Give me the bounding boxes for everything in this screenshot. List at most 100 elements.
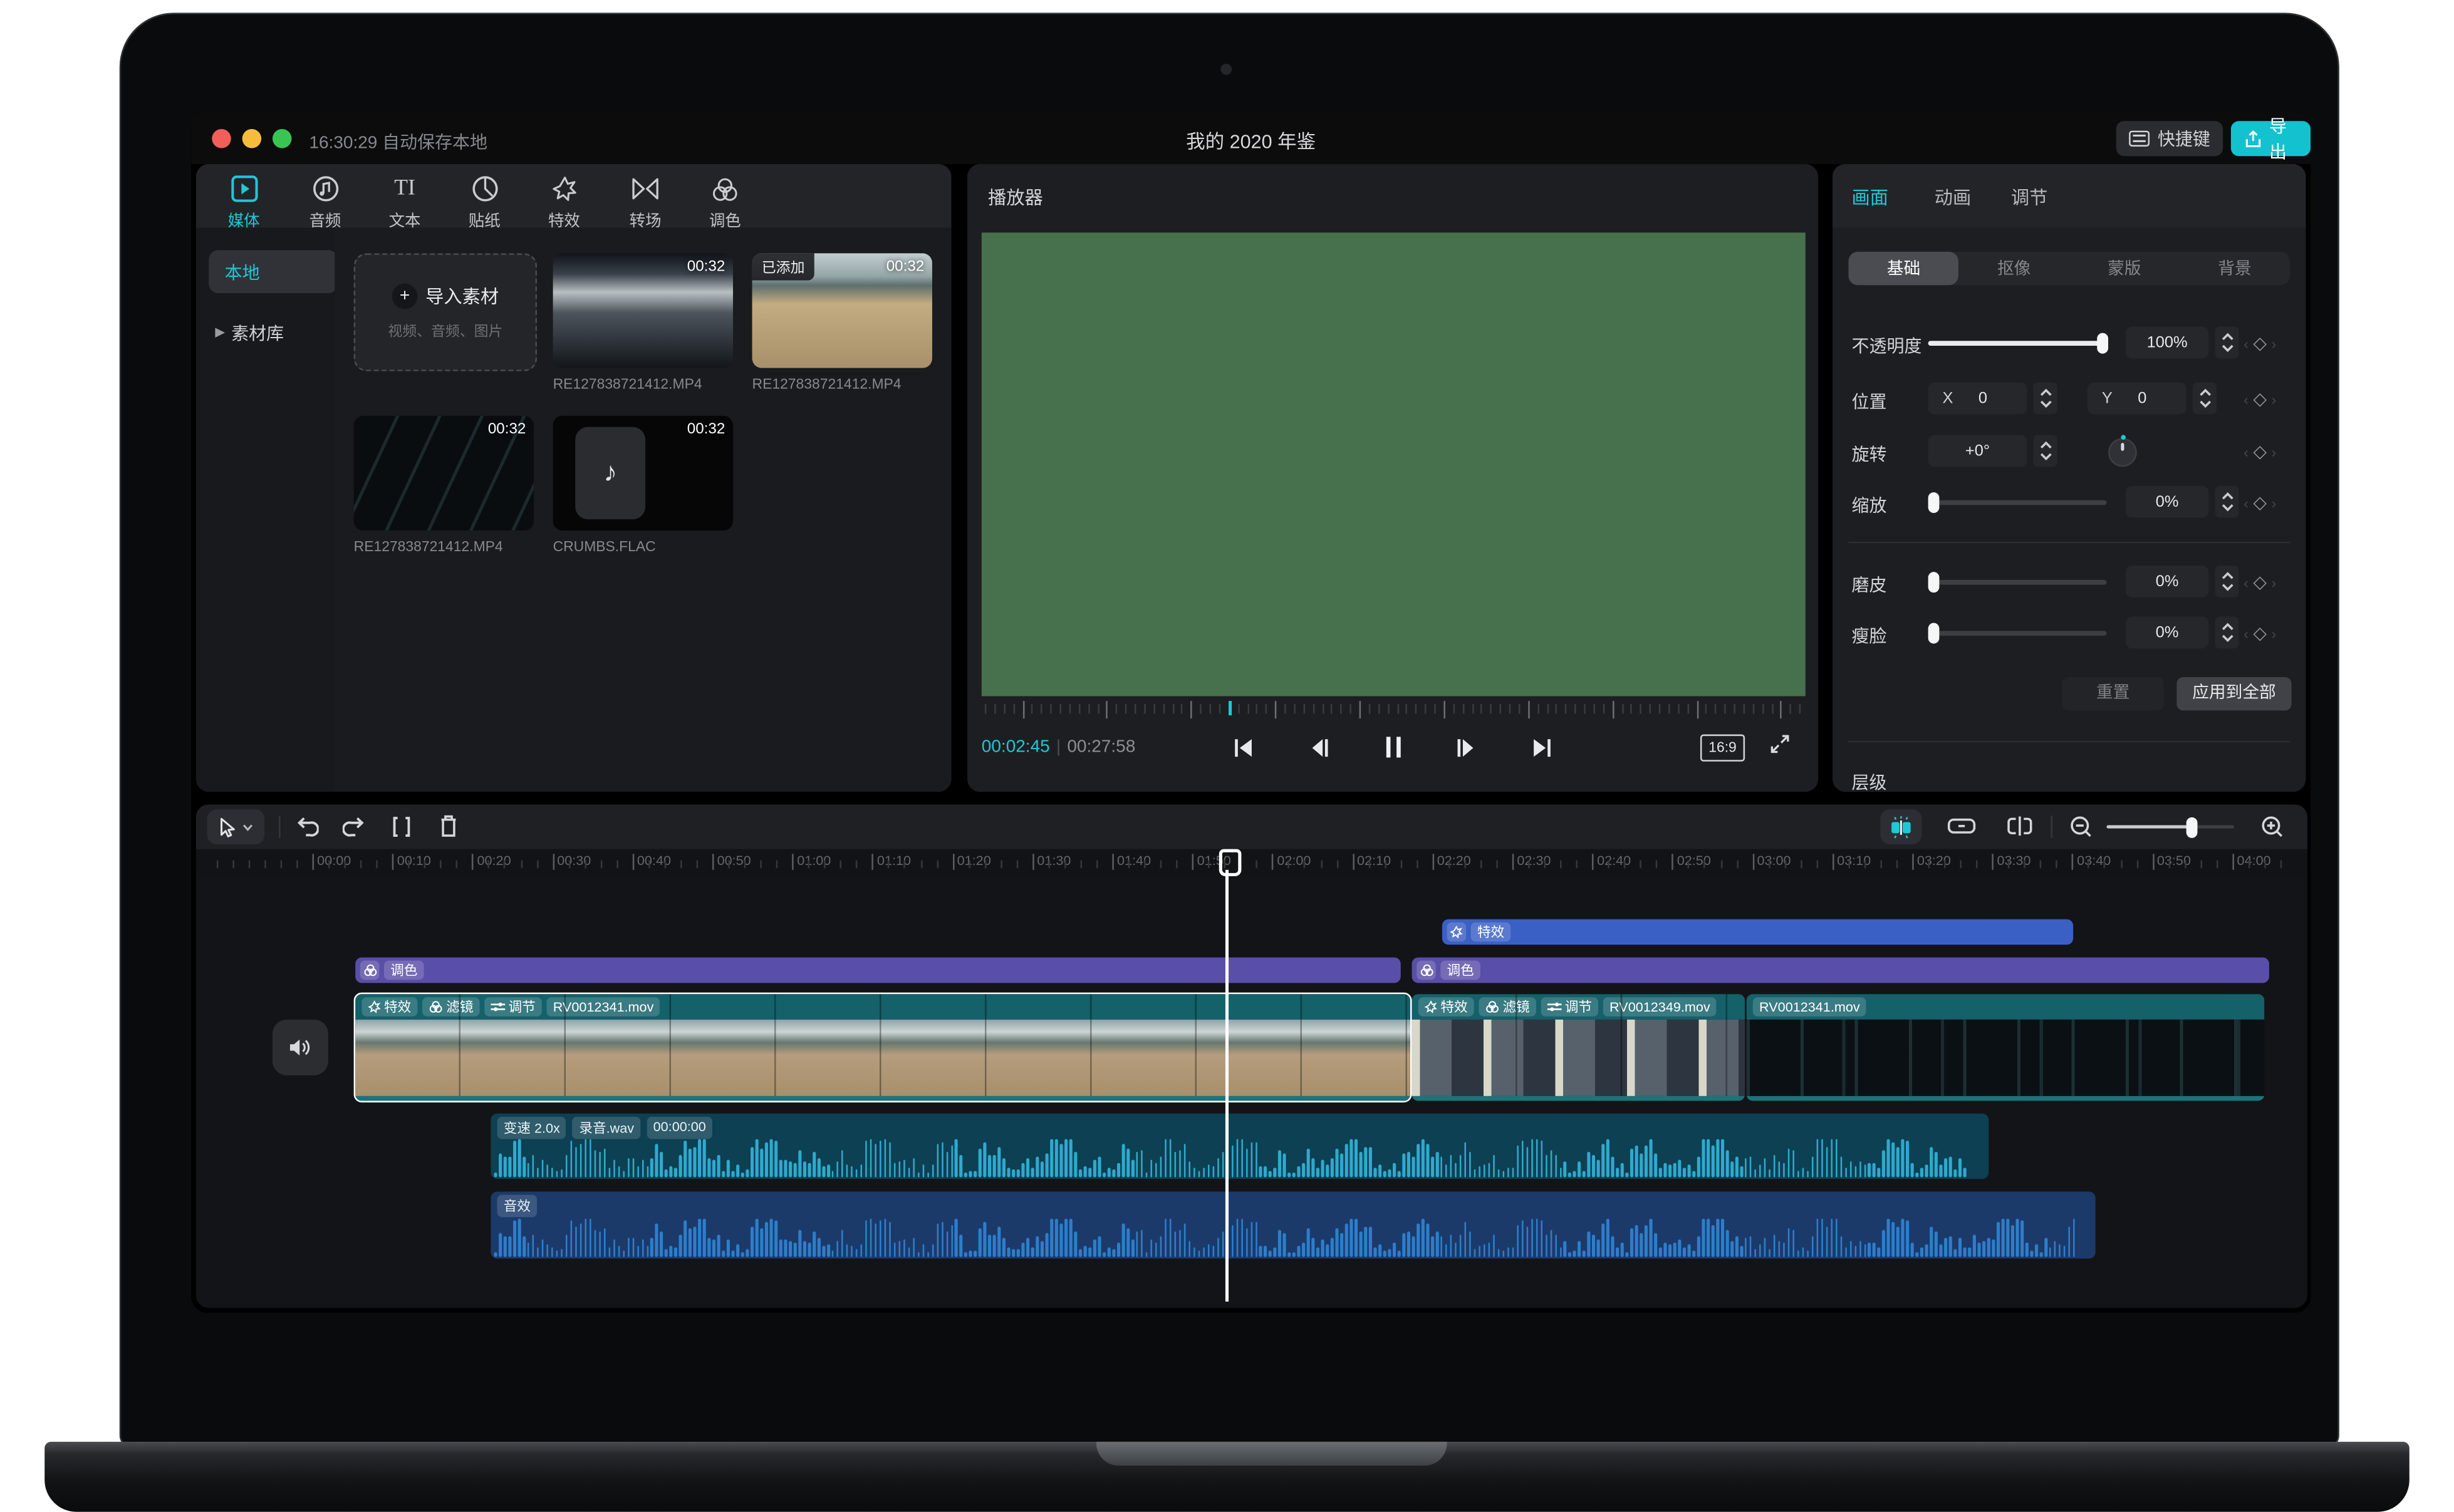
ruler-time-label: 01:40 [1116, 852, 1152, 869]
subtab-basic[interactable]: 基础 [1848, 251, 1959, 286]
fullscreen-icon[interactable] [1769, 733, 1791, 755]
scale-value[interactable]: 0% [2126, 485, 2209, 518]
tab-color[interactable]: 调色 [690, 173, 760, 231]
zoom-slider-knob[interactable] [2186, 816, 2198, 837]
position-y-stepper[interactable] [2192, 382, 2217, 415]
ruler-tick [632, 854, 634, 870]
zoom-out-button[interactable] [2070, 816, 2093, 838]
zoom-in-button[interactable] [2261, 816, 2284, 838]
skip-end-button[interactable] [1531, 737, 1552, 757]
slim-face-slider[interactable] [1928, 623, 2107, 644]
position-x-stepper[interactable] [2033, 382, 2057, 415]
scrubber-tick [1059, 704, 1061, 714]
laptop-camera [1220, 63, 1232, 75]
link-clips-button[interactable] [1947, 817, 1976, 835]
snap-toggle-button[interactable] [1880, 809, 1922, 845]
tab-audio[interactable]: 音频 [290, 173, 360, 231]
opacity-keyframe-control[interactable]: ‹ ◇ › [2243, 333, 2276, 354]
rotation-dial[interactable] [2108, 435, 2137, 467]
slim-face-keyframe-control[interactable]: ‹ ◇ › [2243, 623, 2276, 644]
prev-frame-button[interactable] [1309, 737, 1329, 757]
keyframe-diamond-icon[interactable]: ◇ [2254, 623, 2267, 644]
smooth-skin-slider[interactable] [1928, 572, 2107, 593]
keyframe-diamond-icon[interactable]: ◇ [2254, 333, 2267, 354]
subtab-mask[interactable]: 蒙版 [2069, 252, 2180, 285]
color-track-bar-1[interactable]: 调色 [355, 957, 1401, 983]
slim-face-stepper[interactable] [2215, 616, 2239, 649]
tab-media[interactable]: 媒体 [209, 173, 279, 231]
smooth-skin-keyframe-control[interactable]: ‹ ◇ › [2243, 572, 2276, 593]
select-tool-button[interactable] [207, 809, 265, 845]
ruler-tick [248, 860, 250, 869]
tab-sticker[interactable]: 贴纸 [449, 173, 519, 231]
ruler-tick [1496, 860, 1498, 869]
scale-stepper[interactable] [2215, 485, 2239, 518]
video-clip-2[interactable]: 特效 滤镜 调节 RV0012349.mov [1412, 994, 1745, 1101]
media-item-video-1[interactable]: 00:32 [553, 253, 734, 368]
skip-start-button[interactable] [1234, 737, 1254, 757]
track-mute-button[interactable] [272, 1019, 328, 1075]
split-clip-button[interactable] [390, 816, 413, 838]
audio-clip-recording[interactable]: 变速 2.0x 录音.wav 00:00:00 [491, 1113, 1989, 1179]
split-preview-button[interactable] [2006, 816, 2033, 836]
shortcuts-button[interactable]: 快捷键 [2116, 121, 2223, 157]
player-scrubber[interactable] [982, 700, 1806, 720]
position-y-field[interactable]: Y0 [2087, 382, 2186, 415]
position-x-field[interactable]: X0 [1928, 382, 2027, 415]
tab-effects[interactable]: 特效 [529, 173, 599, 231]
scale-keyframe-control[interactable]: ‹ ◇ › [2243, 492, 2276, 513]
sidebar-item-library[interactable]: ▶ 素材库 [209, 311, 328, 354]
smooth-skin-stepper[interactable] [2215, 565, 2239, 598]
rotation-keyframe-control[interactable]: ‹ ◇ › [2243, 442, 2276, 462]
reset-button[interactable]: 重置 [2062, 676, 2165, 711]
color-track-bar-2[interactable]: 调色 [1412, 957, 2269, 983]
apply-to-all-button[interactable]: 应用到全部 [2176, 676, 2292, 711]
ruler-tick [1576, 860, 1578, 869]
rotation-stepper[interactable] [2033, 435, 2057, 467]
ruler-tick [2120, 860, 2122, 869]
sidebar-item-local[interactable]: 本地 [209, 250, 338, 294]
video-clip-3[interactable]: RV0012341.mov [1746, 994, 2265, 1101]
opacity-value[interactable]: 100% [2126, 326, 2209, 359]
tab-animation[interactable]: 动画 [1935, 185, 1972, 210]
subtab-chroma[interactable]: 抠像 [1959, 252, 2069, 285]
playhead-line[interactable] [1225, 869, 1229, 1302]
redo-button[interactable] [342, 816, 367, 838]
playhead-handle[interactable] [1219, 849, 1242, 876]
timeline-ruler[interactable]: 00:00 00:10 00:20 00:30 00:40 00:50 01:00 01:10… [195, 849, 2307, 875]
audio-clip-sfx[interactable]: 音效 [491, 1191, 2096, 1259]
tab-picture[interactable]: 画面 [1852, 185, 1889, 210]
keyframe-diamond-icon[interactable]: ◇ [2254, 442, 2267, 462]
delete-button[interactable] [438, 814, 459, 838]
position-keyframe-control[interactable]: ‹ ◇ › [2243, 389, 2276, 410]
opacity-stepper[interactable] [2215, 326, 2239, 359]
ruler-tick [264, 860, 266, 869]
media-item-audio[interactable]: ♪ 00:32 [553, 415, 734, 531]
scale-slider[interactable] [1928, 492, 2107, 514]
export-button[interactable]: 导出 [2230, 118, 2311, 162]
ruler-tick [472, 854, 474, 870]
scrubber-tick [1724, 704, 1726, 714]
slim-face-value[interactable]: 0% [2126, 616, 2209, 649]
media-item-video-3[interactable]: 00:32 [353, 415, 534, 531]
subtab-background[interactable]: 背景 [2180, 252, 2290, 285]
rotation-field[interactable]: +0° [1928, 435, 2027, 467]
ruler-tick [2200, 860, 2202, 869]
keyframe-diamond-icon[interactable]: ◇ [2254, 389, 2267, 410]
video-clip-1[interactable]: 特效 滤镜 调节 RV0012341.mov [353, 992, 1412, 1103]
smooth-skin-value[interactable]: 0% [2126, 565, 2209, 598]
tab-adjust[interactable]: 调节 [2011, 185, 2048, 210]
media-item-video-2[interactable]: 已添加 00:32 [752, 253, 932, 368]
timeline-zoom-slider[interactable] [2106, 816, 2234, 837]
tab-text[interactable]: TI 文本 [370, 173, 440, 231]
opacity-slider[interactable] [1928, 333, 2109, 354]
keyframe-diamond-icon[interactable]: ◇ [2254, 572, 2267, 593]
next-frame-button[interactable] [1457, 737, 1476, 757]
effect-track-bar[interactable]: 特效 [1442, 919, 2074, 945]
aspect-ratio-button[interactable]: 16:9 [1700, 734, 1745, 762]
pause-button[interactable] [1384, 736, 1401, 759]
import-material-card[interactable]: + 导入素材 视频、音频、图片 [353, 253, 538, 371]
tab-transitions[interactable]: 转场 [610, 173, 680, 231]
keyframe-diamond-icon[interactable]: ◇ [2254, 492, 2267, 513]
undo-button[interactable] [295, 816, 319, 838]
